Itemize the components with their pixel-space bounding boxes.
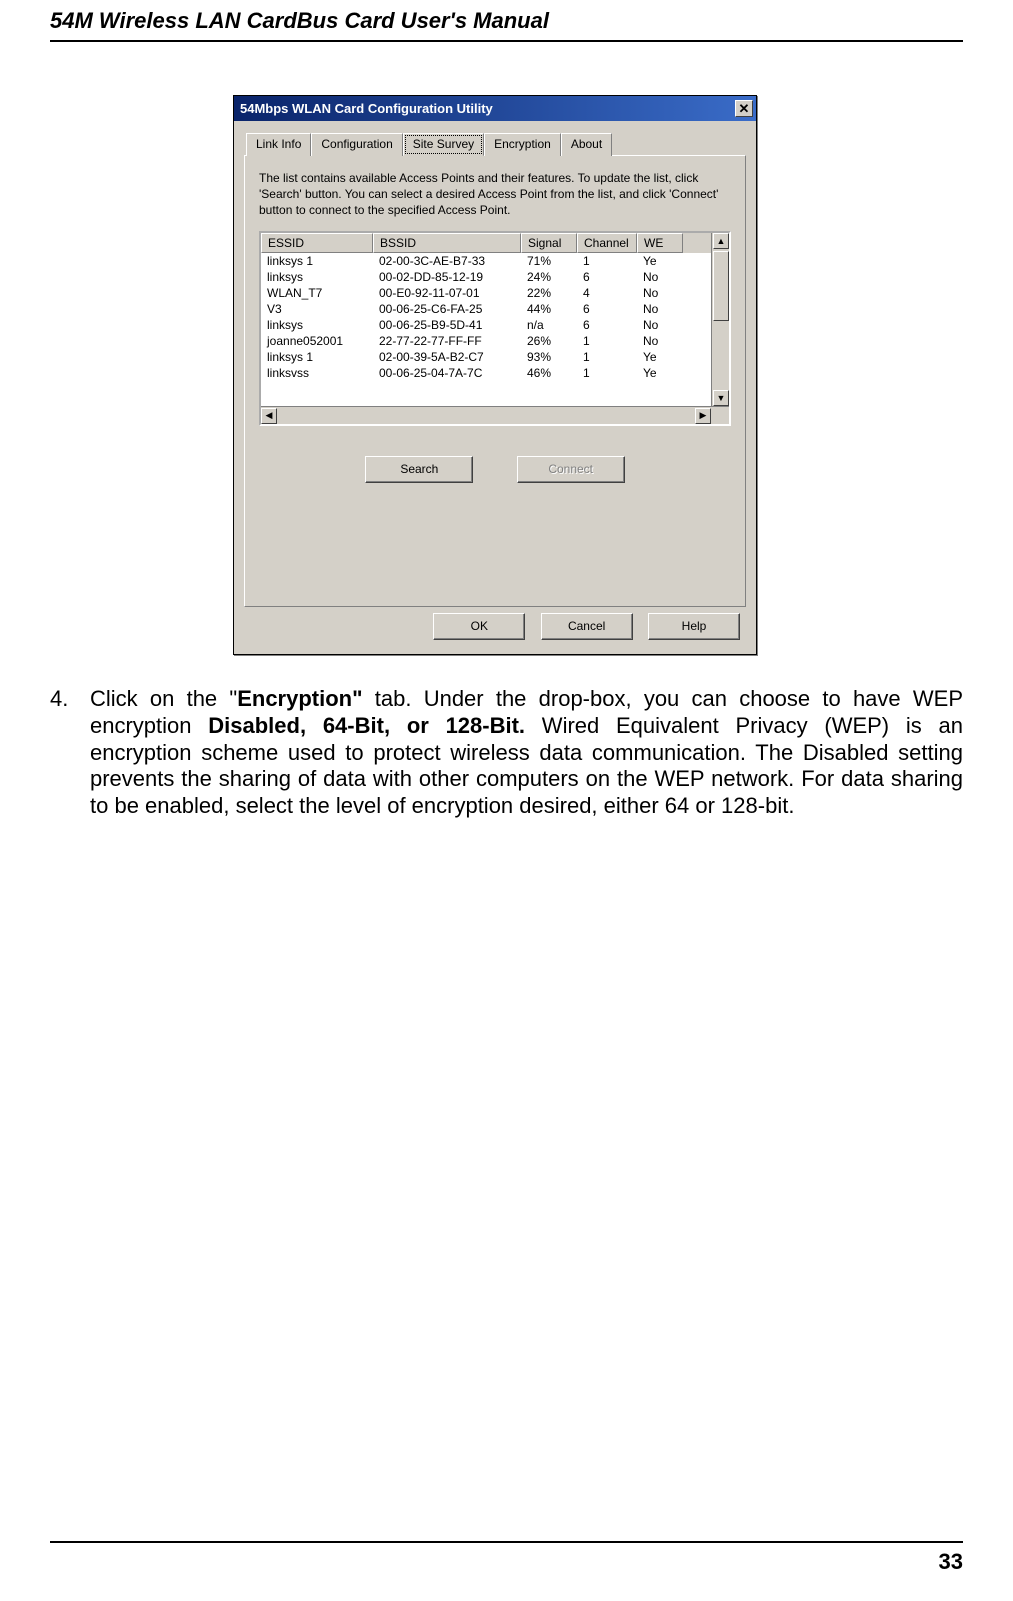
- titlebar: 54Mbps WLAN Card Configuration Utility ✕: [234, 96, 756, 121]
- tab-site-survey[interactable]: Site Survey: [403, 133, 484, 156]
- help-button[interactable]: Help: [648, 613, 740, 640]
- cancel-button[interactable]: Cancel: [541, 613, 633, 640]
- horizontal-scrollbar[interactable]: ◀ ▶: [261, 406, 729, 424]
- panel-description: The list contains available Access Point…: [259, 170, 731, 219]
- config-utility-window: 54Mbps WLAN Card Configuration Utility ✕…: [233, 95, 757, 655]
- step-number: 4.: [50, 686, 68, 713]
- scroll-left-icon[interactable]: ◀: [261, 408, 277, 424]
- tab-link-info[interactable]: Link Info: [246, 133, 311, 156]
- table-row[interactable]: V3 00-06-25-C6-FA-25 44% 6 No: [261, 301, 729, 317]
- site-survey-panel: The list contains available Access Point…: [244, 155, 746, 607]
- tab-about[interactable]: About: [561, 133, 612, 156]
- connect-button[interactable]: Connect: [517, 456, 625, 483]
- col-header-channel[interactable]: Channel: [577, 233, 637, 253]
- panel-button-row: Search Connect: [259, 456, 731, 483]
- step-4-text: 4. Click on the "Encryption" tab. Under …: [90, 686, 963, 820]
- table-row[interactable]: linksys 1 02-00-39-5A-B2-C7 93% 1 Ye: [261, 349, 729, 365]
- ap-list[interactable]: ESSID BSSID Signal Channel WE linksys 1 …: [259, 231, 731, 426]
- scroll-down-icon[interactable]: ▼: [713, 390, 729, 406]
- vertical-scrollbar[interactable]: ▲ ▼: [711, 233, 729, 406]
- list-body: linksys 1 02-00-3C-AE-B7-33 71% 1 Ye lin…: [261, 253, 729, 381]
- table-row[interactable]: linksys 1 02-00-3C-AE-B7-33 71% 1 Ye: [261, 253, 729, 269]
- dialog-button-row: OK Cancel Help: [421, 613, 740, 640]
- ok-button[interactable]: OK: [433, 613, 525, 640]
- tabstrip: Link Info Configuration Site Survey Encr…: [246, 133, 746, 156]
- col-header-essid[interactable]: ESSID: [261, 233, 373, 253]
- search-button[interactable]: Search: [365, 456, 473, 483]
- list-header: ESSID BSSID Signal Channel WE: [261, 233, 729, 253]
- table-row[interactable]: linksvss 00-06-25-04-7A-7C 46% 1 Ye: [261, 365, 729, 381]
- manual-title: 54M Wireless LAN CardBus Card User's Man…: [50, 8, 963, 34]
- table-row[interactable]: WLAN_T7 00-E0-92-11-07-01 22% 4 No: [261, 285, 729, 301]
- page-footer: 33: [50, 1541, 963, 1575]
- tab-configuration[interactable]: Configuration: [311, 133, 402, 156]
- col-header-signal[interactable]: Signal: [521, 233, 577, 253]
- close-button[interactable]: ✕: [735, 100, 753, 117]
- page-header: 54M Wireless LAN CardBus Card User's Man…: [50, 8, 963, 42]
- scroll-right-icon[interactable]: ▶: [695, 408, 711, 424]
- window-title: 54Mbps WLAN Card Configuration Utility: [240, 101, 493, 116]
- scroll-corner: [711, 407, 729, 424]
- scroll-thumb[interactable]: [713, 251, 729, 321]
- table-row[interactable]: linksys 00-02-DD-85-12-19 24% 6 No: [261, 269, 729, 285]
- table-row[interactable]: joanne052001 22-77-22-77-FF-FF 26% 1 No: [261, 333, 729, 349]
- scroll-up-icon[interactable]: ▲: [713, 233, 729, 249]
- tab-encryption[interactable]: Encryption: [484, 133, 561, 156]
- table-row[interactable]: linksys 00-06-25-B9-5D-41 n/a 6 No: [261, 317, 729, 333]
- col-header-bssid[interactable]: BSSID: [373, 233, 521, 253]
- page-number: 33: [939, 1549, 963, 1574]
- col-header-wep[interactable]: WE: [637, 233, 683, 253]
